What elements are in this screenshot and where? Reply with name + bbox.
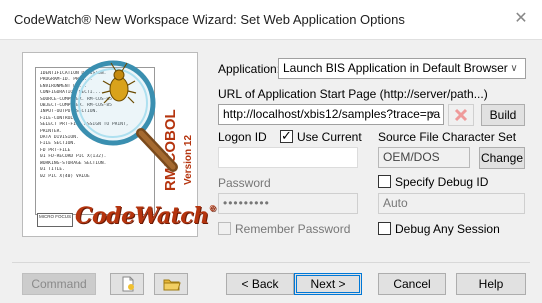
url-value: http://localhost/xbis12/samples?trace=pa xyxy=(223,107,441,121)
close-icon[interactable]: ✕ xyxy=(510,8,532,30)
password-input[interactable]: ••••••••• xyxy=(218,193,358,214)
chevron-down-icon: ∨ xyxy=(510,63,518,74)
open-folder-button[interactable] xyxy=(154,273,188,295)
product-logo: IDENTIFICATION DIVISION. PROGRAM-ID. PRIN… xyxy=(22,52,217,237)
delete-url-button[interactable] xyxy=(448,104,474,126)
new-file-icon xyxy=(122,276,134,292)
vendor-name: MICRO FOCUS xyxy=(39,214,71,219)
rm-cobol-logo: RM/COBOL Version 12 xyxy=(162,109,194,191)
password-label: Password xyxy=(218,176,271,190)
product-version: Version 12 xyxy=(183,135,194,185)
application-select[interactable]: Launch BIS Application in Default Browse… xyxy=(278,58,526,79)
title-bar: CodeWatch® New Workspace Wizard: Set Web… xyxy=(0,0,542,40)
command-button[interactable]: Command xyxy=(22,273,96,295)
debug-id-input[interactable]: Auto xyxy=(378,193,525,214)
cancel-button[interactable]: Cancel xyxy=(378,273,446,295)
brand-name: CodeWatch xyxy=(75,203,209,229)
debug-any-session-label: Debug Any Session xyxy=(395,222,500,236)
use-current-label: Use Current xyxy=(297,130,362,144)
window-title: CodeWatch® New Workspace Wizard: Set Web… xyxy=(14,12,405,27)
code-line: 02 PIC X(40) VALUE xyxy=(40,173,90,179)
codewatch-brand: CodeWatch® xyxy=(75,203,217,233)
application-value: Launch BIS Application in Default Browse… xyxy=(283,61,508,75)
next-button[interactable]: Next > xyxy=(294,273,362,295)
help-button[interactable]: Help xyxy=(456,273,526,295)
remember-password-checkbox[interactable] xyxy=(218,222,231,235)
new-file-button[interactable] xyxy=(110,273,144,295)
remember-password-label: Remember Password xyxy=(235,222,351,236)
footer-divider xyxy=(12,262,530,263)
delete-x-icon xyxy=(454,108,468,122)
build-button[interactable]: Build xyxy=(481,104,525,126)
logon-id-input[interactable] xyxy=(218,147,358,168)
cobol-code-listing: IDENTIFICATION DIVISION. PROGRAM-ID. PRIN… xyxy=(35,67,155,215)
charset-label: Source File Character Set xyxy=(378,130,517,144)
url-label: URL of Application Start Page (http://se… xyxy=(218,87,488,101)
wizard-content: IDENTIFICATION DIVISION. PROGRAM-ID. PRIN… xyxy=(0,40,542,303)
chevron-down-icon: ∨ xyxy=(428,109,436,120)
product-name: RM/COBOL xyxy=(162,109,179,191)
back-button[interactable]: < Back xyxy=(226,273,294,295)
url-combobox[interactable]: http://localhost/xbis12/samples?trace=pa… xyxy=(218,104,444,125)
brand-mark: ® xyxy=(208,203,217,213)
application-label: Application: xyxy=(218,62,281,76)
debug-any-session-checkbox[interactable] xyxy=(378,222,391,235)
specify-debug-id-checkbox[interactable] xyxy=(378,175,391,188)
specify-debug-id-label: Specify Debug ID xyxy=(395,175,489,189)
logon-id-label: Logon ID xyxy=(218,130,267,144)
change-button[interactable]: Change xyxy=(479,147,525,169)
charset-field: OEM/DOS xyxy=(378,147,470,168)
use-current-checkbox[interactable] xyxy=(280,128,293,144)
folder-icon xyxy=(163,279,181,291)
micro-focus-logo: MICRO FOCUS xyxy=(37,213,73,227)
